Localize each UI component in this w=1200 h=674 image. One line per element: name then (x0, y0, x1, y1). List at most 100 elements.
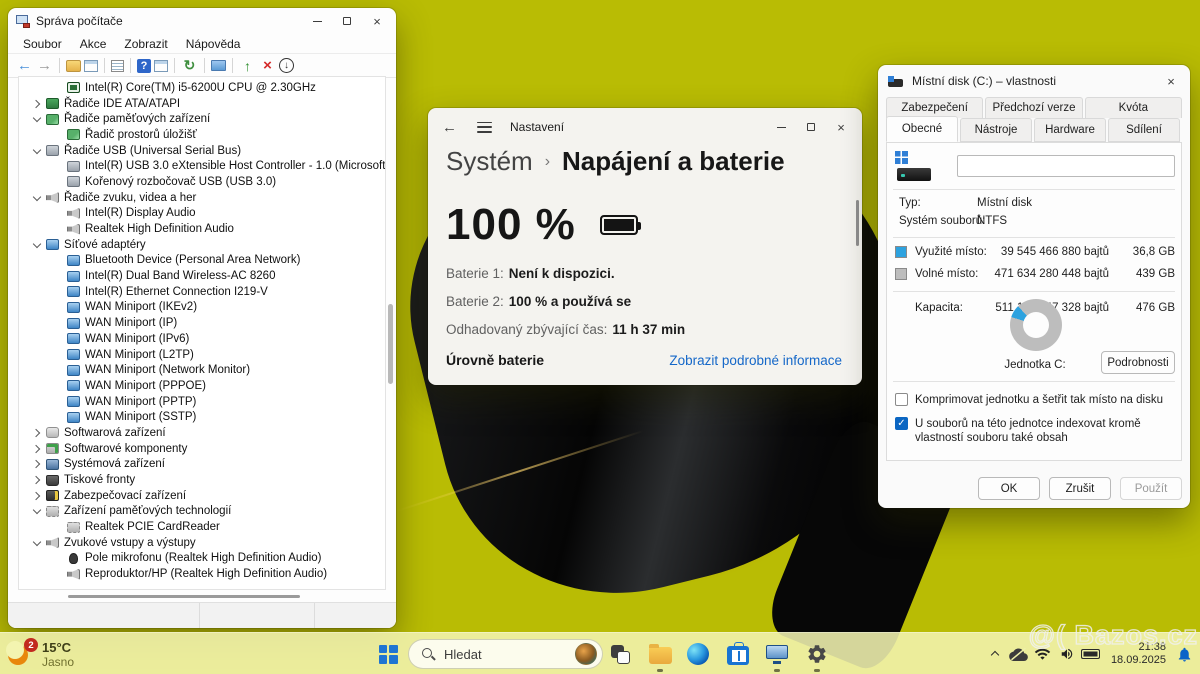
back-icon[interactable]: ← (16, 57, 33, 74)
edge-button[interactable] (684, 640, 712, 668)
window-icon[interactable] (84, 60, 98, 72)
tree-item[interactable]: Zvukové vstupy a výstupy (19, 535, 385, 551)
compress-checkbox[interactable] (895, 393, 908, 406)
tree-item[interactable]: Softwarová zařízení (19, 425, 385, 441)
tree-item[interactable]: Intel(R) USB 3.0 eXtensible Host Control… (19, 158, 385, 174)
expand-chevron-icon[interactable] (31, 474, 43, 486)
minimize-button[interactable] (766, 108, 796, 146)
tree-item[interactable]: WAN Miniport (PPPOE) (19, 378, 385, 394)
tree-item[interactable]: Řadič prostorů úložišť (19, 127, 385, 143)
back-arrow-icon[interactable]: ← (442, 119, 457, 136)
collapse-chevron-icon[interactable] (31, 505, 43, 517)
collapse-chevron-icon[interactable] (31, 113, 43, 125)
tree-item[interactable]: WAN Miniport (IP) (19, 315, 385, 331)
tray-expand-button[interactable] (983, 642, 1007, 666)
tab-predchoziverze[interactable]: Předchozí verze (985, 97, 1082, 118)
details-button[interactable]: Podrobnosti (1101, 351, 1175, 374)
tree-item[interactable]: Softwarové komponenty (19, 441, 385, 457)
ok-button[interactable]: OK (978, 477, 1040, 500)
tree-item[interactable]: Pole mikrofonu (Realtek High Definition … (19, 551, 385, 567)
tree-item[interactable]: Bluetooth Device (Personal Area Network) (19, 253, 385, 269)
onedrive-paused-tray-button[interactable] (1007, 642, 1031, 666)
tree-item[interactable]: WAN Miniport (SSTP) (19, 409, 385, 425)
tab-zabezpeceni[interactable]: Zabezpečení (886, 97, 983, 118)
menu-zobrazit[interactable]: Zobrazit (115, 37, 176, 51)
disk-titlebar[interactable]: Místní disk (C:) – vlastnosti × (878, 65, 1190, 97)
tree-item[interactable]: Řadiče zvuku, videa a her (19, 190, 385, 206)
settings-taskbar-button[interactable] (803, 640, 831, 668)
cm-horizontal-scrollbar[interactable] (18, 592, 386, 600)
tree-item[interactable]: Zabezpečovací zařízení (19, 488, 385, 504)
tree-item[interactable]: Zařízení paměťových technologií (19, 504, 385, 520)
folder-icon[interactable] (66, 60, 81, 72)
maximize-button[interactable] (796, 108, 826, 146)
tree-item[interactable]: Intel(R) Display Audio (19, 206, 385, 222)
close-button[interactable]: × (362, 8, 392, 34)
expand-chevron-icon[interactable] (31, 98, 43, 110)
detailed-info-link[interactable]: Zobrazit podrobné informace (669, 353, 842, 368)
start-button[interactable] (374, 640, 402, 668)
tree-item[interactable]: Realtek High Definition Audio (19, 221, 385, 237)
cm-vertical-scrollbar[interactable] (388, 304, 393, 384)
tab-nastroje[interactable]: Nástroje (960, 118, 1032, 142)
tree-item[interactable]: Realtek PCIE CardReader (19, 519, 385, 535)
tab-kvota[interactable]: Kvóta (1085, 97, 1182, 118)
task-view-button[interactable] (606, 640, 634, 668)
cm-titlebar[interactable]: Správa počítače × (8, 8, 396, 34)
tree-item[interactable]: Řadiče IDE ATA/ATAPI (19, 96, 385, 112)
menu-soubor[interactable]: Soubor (14, 37, 71, 51)
tree-item[interactable]: Kořenový rozbočovač USB (USB 3.0) (19, 174, 385, 190)
settings-titlebar[interactable]: ← Nastavení × (428, 108, 862, 146)
expand-chevron-icon[interactable] (31, 490, 43, 502)
tab-hardware[interactable]: Hardware (1034, 118, 1106, 142)
menu-akce[interactable]: Akce (71, 37, 116, 51)
tree-item[interactable]: WAN Miniport (IPv6) (19, 331, 385, 347)
tree-item[interactable]: Síťové adaptéry (19, 237, 385, 253)
expand-chevron-icon[interactable] (31, 443, 43, 455)
tab-obecne[interactable]: Obecné (886, 116, 958, 142)
file-explorer-button[interactable] (646, 640, 674, 668)
help-icon[interactable]: ? (137, 59, 151, 73)
tree-item[interactable]: WAN Miniport (IKEv2) (19, 300, 385, 316)
update-icon[interactable]: ↻ (181, 57, 198, 74)
index-checkbox[interactable]: ✓ (895, 417, 908, 430)
close-button[interactable]: × (1156, 65, 1186, 97)
tree-item[interactable]: Reproduktor/HP (Realtek High Definition … (19, 566, 385, 582)
scan-icon[interactable]: ↑ (239, 57, 256, 74)
collapse-chevron-icon[interactable] (31, 192, 43, 204)
list-icon[interactable] (111, 60, 124, 72)
search-box[interactable]: Hledat (408, 639, 603, 669)
tree-item[interactable]: Řadiče USB (Universal Serial Bus) (19, 143, 385, 159)
monitor-icon[interactable] (211, 60, 226, 71)
tree-item[interactable]: WAN Miniport (L2TP) (19, 347, 385, 363)
forward-icon[interactable]: → (36, 57, 53, 74)
tree-item[interactable]: Intel(R) Ethernet Connection I219-V (19, 284, 385, 300)
console-icon[interactable] (154, 60, 168, 72)
tree-item[interactable]: Intel(R) Dual Band Wireless-AC 8260 (19, 268, 385, 284)
tree-item[interactable]: Tiskové fronty (19, 472, 385, 488)
cm-horizontal-scrollbar-thumb[interactable] (68, 595, 300, 598)
close-button[interactable]: × (826, 108, 856, 146)
tree-item[interactable]: WAN Miniport (Network Monitor) (19, 362, 385, 378)
microsoft-store-button[interactable] (724, 640, 752, 668)
expand-chevron-icon[interactable] (31, 458, 43, 470)
breadcrumb-root[interactable]: Systém (446, 146, 533, 177)
minimize-button[interactable] (302, 8, 332, 34)
delete-icon[interactable]: × (259, 57, 276, 74)
expand-chevron-icon[interactable] (31, 427, 43, 439)
menu-napoveda[interactable]: Nápověda (177, 37, 250, 51)
cancel-button[interactable]: Zrušit (1049, 477, 1111, 500)
tree-item[interactable]: Systémová zařízení (19, 457, 385, 473)
tree-item[interactable]: Řadiče paměťových zařízení (19, 111, 385, 127)
apply-button[interactable]: Použít (1120, 477, 1182, 500)
volume-label-input[interactable] (957, 155, 1175, 177)
tab-sdileni[interactable]: Sdílení (1108, 118, 1180, 142)
tree-item[interactable]: Intel(R) Core(TM) i5-6200U CPU @ 2.30GHz (19, 80, 385, 96)
down-icon[interactable]: ↓ (279, 58, 294, 73)
collapse-chevron-icon[interactable] (31, 537, 43, 549)
collapse-chevron-icon[interactable] (31, 239, 43, 251)
weather-widget[interactable]: 2 15°C Jasno (8, 636, 74, 672)
computer-management-taskbar-button[interactable] (763, 640, 791, 668)
hamburger-menu-icon[interactable] (477, 122, 492, 133)
maximize-button[interactable] (332, 8, 362, 34)
